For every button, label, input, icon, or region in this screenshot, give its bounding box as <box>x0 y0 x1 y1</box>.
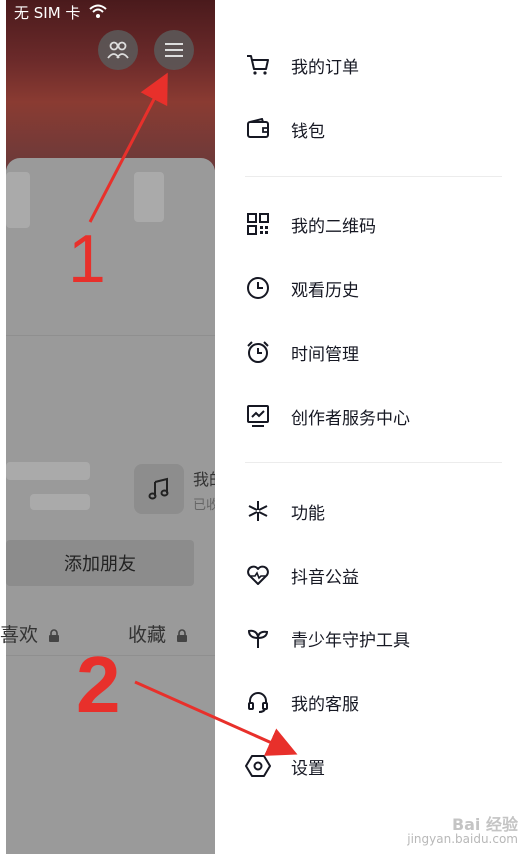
wifi-icon <box>89 4 107 18</box>
menu-item-time-management[interactable]: 时间管理 <box>245 332 359 372</box>
tab-likes-label: 喜欢 <box>0 624 39 646</box>
menu-divider <box>245 176 502 177</box>
watermark-url: jingyan.baidu.com <box>407 832 518 846</box>
tab-favorites[interactable]: 收藏 <box>128 620 188 647</box>
music-tile[interactable] <box>134 464 184 514</box>
menu-item-watch-history[interactable]: 观看历史 <box>245 268 359 308</box>
sparkle-icon <box>245 498 271 524</box>
friends-button[interactable] <box>98 30 138 70</box>
watermark-brand: Bai 经验 <box>451 815 518 834</box>
menu-item-label: 创作者服务中心 <box>291 408 410 429</box>
menu-item-wallet[interactable]: 钱包 <box>245 109 325 149</box>
blurred-avatar <box>6 172 30 228</box>
friends-icon <box>107 41 129 59</box>
menu-item-qr-code[interactable]: 我的二维码 <box>245 204 376 244</box>
music-note-icon <box>148 477 169 500</box>
creator-chart-icon <box>245 403 271 429</box>
screen-edge <box>0 0 6 854</box>
status-carrier: 无 SIM 卡 <box>14 4 81 22</box>
menu-item-label: 观看历史 <box>291 280 359 301</box>
menu-item-label: 抖音公益 <box>291 567 359 588</box>
add-friend-button[interactable]: 添加朋友 <box>6 540 194 586</box>
tab-favorites-label: 收藏 <box>128 624 167 646</box>
profile-divider <box>6 335 215 336</box>
hamburger-menu-icon <box>165 43 183 57</box>
menu-divider <box>245 462 502 463</box>
menu-item-customer-service[interactable]: 我的客服 <box>245 682 359 722</box>
watermark: Bai 经验 jingyan.baidu.com <box>407 815 518 847</box>
menu-item-settings[interactable]: 设置 <box>245 746 325 786</box>
qr-code-icon <box>245 211 271 237</box>
menu-item-label: 我的客服 <box>291 694 359 715</box>
menu-item-label: 时间管理 <box>291 344 359 365</box>
lock-icon <box>177 629 188 642</box>
blurred-stat <box>134 172 164 222</box>
clock-icon <box>245 275 271 301</box>
alarm-icon <box>245 339 271 365</box>
cart-icon <box>245 52 271 78</box>
menu-item-label: 钱包 <box>291 121 325 142</box>
menu-item-label: 功能 <box>291 503 325 524</box>
menu-item-orders[interactable]: 我的订单 <box>245 45 359 85</box>
menu-button[interactable] <box>154 30 194 70</box>
sprout-icon <box>245 625 271 651</box>
settings-hexagon-icon <box>245 753 271 779</box>
tab-underline <box>6 655 215 656</box>
menu-item-label: 设置 <box>291 758 325 779</box>
menu-item-label: 我的订单 <box>291 57 359 78</box>
menu-item-creator-center[interactable]: 创作者服务中心 <box>245 396 410 436</box>
charity-heart-icon <box>245 562 271 588</box>
menu-item-youth-protection[interactable]: 青少年守护工具 <box>245 618 410 658</box>
tab-likes[interactable]: 喜欢 <box>0 620 60 647</box>
menu-item-label: 青少年守护工具 <box>291 630 410 651</box>
menu-item-label: 我的二维码 <box>291 216 376 237</box>
side-drawer: 我的订单 钱包 我的二维码 观看历史 时间管理 创作者服务中心 功能 抖音公益 … <box>215 0 532 854</box>
blurred-text <box>30 494 90 510</box>
wallet-icon <box>245 116 271 142</box>
menu-item-features[interactable]: 功能 <box>245 491 325 531</box>
profile-background: 我的 已收 添加朋友 喜欢 收藏 <box>0 0 215 854</box>
music-label: 我的 <box>193 470 215 489</box>
blurred-text <box>6 462 90 480</box>
profile-cover <box>0 0 215 170</box>
lock-icon <box>49 629 60 642</box>
music-sub: 已收 <box>193 498 215 513</box>
menu-item-charity[interactable]: 抖音公益 <box>245 555 359 595</box>
headset-icon <box>245 689 271 715</box>
